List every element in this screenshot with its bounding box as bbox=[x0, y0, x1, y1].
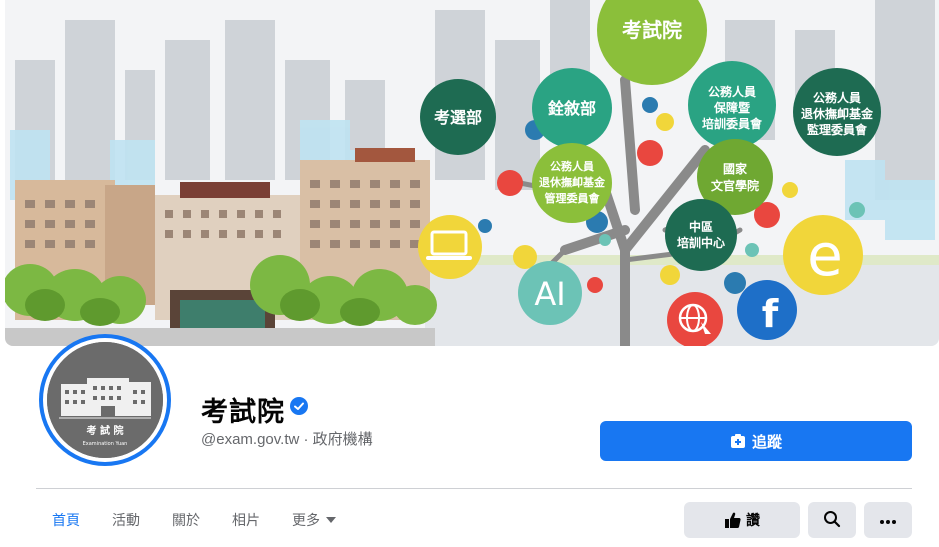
search-button[interactable] bbox=[808, 502, 856, 538]
svg-text:管理委員會: 管理委員會 bbox=[545, 191, 601, 205]
follow-icon bbox=[730, 433, 746, 449]
ai-bubble-icon: AI bbox=[518, 261, 582, 325]
svg-text:文官學院: 文官學院 bbox=[711, 178, 759, 193]
svg-text:考試院: 考試院 bbox=[622, 18, 682, 42]
tab-photos[interactable]: 相片 bbox=[216, 500, 276, 540]
follow-label: 追蹤 bbox=[751, 433, 782, 451]
tab-label: 活動 bbox=[112, 512, 140, 528]
svg-text:公務人員: 公務人員 bbox=[813, 90, 861, 105]
bubble-pension-supervisory: 公務人員 退休撫卹基金 監理委員會 bbox=[793, 68, 881, 156]
svg-text:中區: 中區 bbox=[689, 219, 713, 234]
svg-text:監理委員會: 監理委員會 bbox=[807, 122, 868, 137]
svg-text:公務人員: 公務人員 bbox=[550, 159, 594, 173]
bubble-central-training: 中區 培訓中心 bbox=[665, 199, 737, 271]
profile-avatar[interactable]: 考 試 院 Examination Yuan bbox=[39, 334, 171, 466]
svg-text:f: f bbox=[762, 292, 779, 336]
svg-text:Examination Yuan: Examination Yuan bbox=[83, 441, 128, 447]
svg-text:國家: 國家 bbox=[723, 161, 748, 176]
header-divider bbox=[36, 488, 912, 489]
svg-text:銓敘部: 銓敘部 bbox=[548, 99, 596, 118]
svg-text:考選部: 考選部 bbox=[434, 108, 482, 127]
svg-text:退休撫卹基金: 退休撫卹基金 bbox=[801, 106, 874, 121]
edge-browser-icon: e bbox=[783, 215, 863, 295]
bubble-pension-management: 公務人員 退休撫卹基金 管理委員會 bbox=[532, 143, 612, 223]
like-label: 讚 bbox=[746, 512, 760, 528]
svg-text:保障暨: 保障暨 bbox=[713, 100, 750, 115]
tab-events[interactable]: 活動 bbox=[96, 500, 156, 540]
bubble-ministry-exam: 考選部 bbox=[420, 79, 496, 155]
bubble-protection-committee: 公務人員 保障暨 培訓委員會 bbox=[688, 61, 776, 149]
follow-button[interactable]: 追蹤 bbox=[600, 421, 912, 461]
more-options-button[interactable] bbox=[864, 502, 912, 538]
tab-about[interactable]: 關於 bbox=[156, 500, 216, 540]
cover-photo[interactable]: 考選部 銓敘部 考試院 公務人員 保障暨 培訓委員會 公務人員 退休撫卹基金 監… bbox=[5, 0, 939, 346]
avatar-frame: 考 試 院 Examination Yuan bbox=[43, 338, 167, 462]
web-globe-icon bbox=[667, 292, 723, 346]
tab-home[interactable]: 首頁 bbox=[36, 500, 96, 540]
page-handle-category: @exam.gov.tw · 政府機構 bbox=[201, 431, 373, 448]
svg-text:AI: AI bbox=[534, 275, 565, 313]
svg-text:培訓中心: 培訓中心 bbox=[677, 235, 725, 250]
bubble-ministry-civil: 銓敘部 bbox=[532, 68, 612, 148]
tab-label: 相片 bbox=[232, 512, 260, 528]
thumbs-up-icon bbox=[724, 511, 742, 529]
tab-label: 更多 bbox=[292, 512, 320, 528]
chevron-down-icon bbox=[326, 517, 336, 523]
ellipsis-icon bbox=[879, 512, 897, 528]
tab-label: 關於 bbox=[172, 512, 200, 528]
svg-text:公務人員: 公務人員 bbox=[708, 84, 756, 99]
page-title: 考試院 bbox=[201, 397, 285, 427]
verified-badge-icon bbox=[290, 397, 308, 415]
tab-more[interactable]: 更多 bbox=[276, 500, 352, 540]
facebook-icon: f bbox=[737, 280, 797, 340]
svg-text:退休撫卹基金: 退休撫卹基金 bbox=[539, 175, 606, 189]
page-tabs: 首頁 活動 關於 相片 更多 bbox=[36, 500, 352, 540]
search-icon bbox=[823, 510, 841, 531]
like-button[interactable]: 讚 bbox=[684, 502, 800, 538]
laptop-icon bbox=[418, 215, 482, 279]
svg-text:e: e bbox=[807, 221, 843, 289]
tab-label: 首頁 bbox=[52, 512, 80, 528]
svg-text:考 試 院: 考 試 院 bbox=[87, 424, 124, 437]
svg-text:培訓委員會: 培訓委員會 bbox=[702, 116, 763, 131]
avatar-image: 考 試 院 Examination Yuan bbox=[47, 342, 163, 458]
